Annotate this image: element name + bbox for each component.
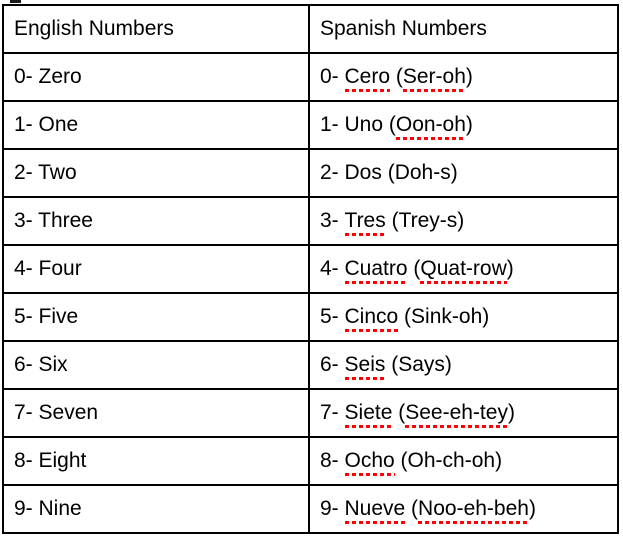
cell-english: 4- Four xyxy=(2,244,310,294)
spanish-word: Tres xyxy=(344,209,386,236)
table-header-row: English Numbers Spanish Numbers xyxy=(2,4,619,54)
table-row: 8- Eight 8- Ocho (Oh-ch-oh) xyxy=(2,436,619,486)
spanish-number-prefix: 2- xyxy=(320,161,345,185)
column-header-spanish: Spanish Numbers xyxy=(308,4,619,54)
cell-english: 3- Three xyxy=(2,196,310,246)
spanish-pronunciation: Oon-oh xyxy=(395,113,466,140)
pronunciation-open-paren: ( xyxy=(385,353,399,377)
table-row: 0- Zero 0- Cero (Ser-oh) xyxy=(2,52,619,102)
pronunciation-close-paren: ) xyxy=(465,65,473,89)
pronunciation-open-paren: ( xyxy=(383,113,396,137)
table-row: 3- Three 3- Tres (Trey-s) xyxy=(2,196,619,246)
spanish-word: Siete xyxy=(344,401,393,428)
cell-english: 2- Two xyxy=(2,148,310,198)
capture-artifact xyxy=(10,0,21,3)
spanish-pronunciation: Trey-s xyxy=(398,209,458,233)
table-row: 1- One 1- Uno (Oon-oh) xyxy=(2,100,619,150)
spanish-word: Cinco xyxy=(344,305,399,332)
pronunciation-close-paren: ) xyxy=(482,305,490,329)
cell-english: 6- Six xyxy=(2,340,310,390)
spanish-pronunciation: Ser-oh xyxy=(402,65,466,92)
spanish-pronunciation: Says xyxy=(398,353,445,377)
spanish-number-prefix: 6- xyxy=(320,353,345,377)
spanish-word: Dos xyxy=(344,161,382,185)
spanish-word: Cero xyxy=(344,65,391,92)
table-row: 6- Six 6- Seis (Says) xyxy=(2,340,619,390)
cell-english: 1- One xyxy=(2,100,310,150)
spanish-word: Nueve xyxy=(344,497,406,524)
spanish-pronunciation: See-eh-tey xyxy=(405,401,508,428)
pronunciation-open-paren: ( xyxy=(394,449,408,473)
pronunciation-open-paren: ( xyxy=(392,401,406,425)
spanish-number-prefix: 4- xyxy=(320,257,345,281)
document-page: English Numbers Spanish Numbers 0- Zero 0… xyxy=(0,0,623,553)
spanish-number-prefix: 3- xyxy=(320,209,345,233)
pronunciation-open-paren: ( xyxy=(405,497,419,521)
table-row: 9- Nine 9- Nueve (Noo-eh-beh) xyxy=(2,484,619,534)
spanish-word: Seis xyxy=(344,353,386,380)
pronunciation-close-paren: ) xyxy=(457,209,465,233)
spanish-word: Ocho xyxy=(344,449,395,476)
pronunciation-close-paren: ) xyxy=(528,497,536,521)
spanish-word: Cuatro xyxy=(344,257,408,284)
pronunciation-close-paren: ) xyxy=(444,353,452,377)
cell-spanish: 0- Cero (Ser-oh) xyxy=(308,52,619,102)
spanish-pronunciation: Quat-row xyxy=(420,257,508,284)
spanish-number-prefix: 9- xyxy=(320,497,345,521)
spanish-pronunciation: Doh-s xyxy=(394,161,451,185)
spanish-word: Uno xyxy=(344,113,384,137)
table-header: English Numbers Spanish Numbers xyxy=(2,4,619,54)
spanish-number-prefix: 0- xyxy=(320,65,345,89)
numbers-vocabulary-table: English Numbers Spanish Numbers 0- Zero 0… xyxy=(2,4,619,534)
column-header-english: English Numbers xyxy=(2,4,310,54)
pronunciation-open-paren: ( xyxy=(381,161,395,185)
cell-spanish: 1- Uno (Oon-oh) xyxy=(308,100,619,150)
cell-spanish: 8- Ocho (Oh-ch-oh) xyxy=(308,436,619,486)
cell-english: 0- Zero xyxy=(2,52,310,102)
cell-spanish: 3- Tres (Trey-s) xyxy=(308,196,619,246)
cell-spanish: 7- Siete (See-eh-tey) xyxy=(308,388,619,438)
cell-english: 8- Eight xyxy=(2,436,310,486)
table-row: 2- Two 2- Dos (Doh-s) xyxy=(2,148,619,198)
cell-spanish: 6- Seis (Says) xyxy=(308,340,619,390)
pronunciation-close-paren: ) xyxy=(507,401,515,425)
cell-spanish: 5- Cinco (Sink-oh) xyxy=(308,292,619,342)
table-row: 4- Four 4- Cuatro (Quat-row) xyxy=(2,244,619,294)
spanish-number-prefix: 5- xyxy=(320,305,345,329)
spanish-number-prefix: 7- xyxy=(320,401,345,425)
pronunciation-close-paren: ) xyxy=(495,449,503,473)
cell-spanish: 9- Nueve (Noo-eh-beh) xyxy=(308,484,619,534)
pronunciation-close-paren: ) xyxy=(465,113,473,137)
spanish-pronunciation: Sink-oh xyxy=(411,305,483,329)
cell-english: 7- Seven xyxy=(2,388,310,438)
table-body: 0- Zero 0- Cero (Ser-oh) 1- One 1- Uno (Oon… xyxy=(2,52,619,534)
pronunciation-open-paren: ( xyxy=(385,209,399,233)
pronunciation-close-paren: ) xyxy=(506,257,514,281)
spanish-pronunciation: Oh-ch-oh xyxy=(407,449,496,473)
spanish-number-prefix: 8- xyxy=(320,449,345,473)
table-row: 7- Seven 7- Siete (See-eh-tey) xyxy=(2,388,619,438)
spanish-pronunciation: Noo-eh-beh xyxy=(418,497,529,524)
pronunciation-close-paren: ) xyxy=(450,161,458,185)
spanish-number-prefix: 1- xyxy=(320,113,345,137)
pronunciation-open-paren: ( xyxy=(398,305,412,329)
cell-english: 5- Five xyxy=(2,292,310,342)
cell-spanish: 2- Dos (Doh-s) xyxy=(308,148,619,198)
pronunciation-open-paren: ( xyxy=(390,65,403,89)
table-row: 5- Five 5- Cinco (Sink-oh) xyxy=(2,292,619,342)
cell-spanish: 4- Cuatro (Quat-row) xyxy=(308,244,619,294)
pronunciation-open-paren: ( xyxy=(407,257,421,281)
cell-english: 9- Nine xyxy=(2,484,310,534)
